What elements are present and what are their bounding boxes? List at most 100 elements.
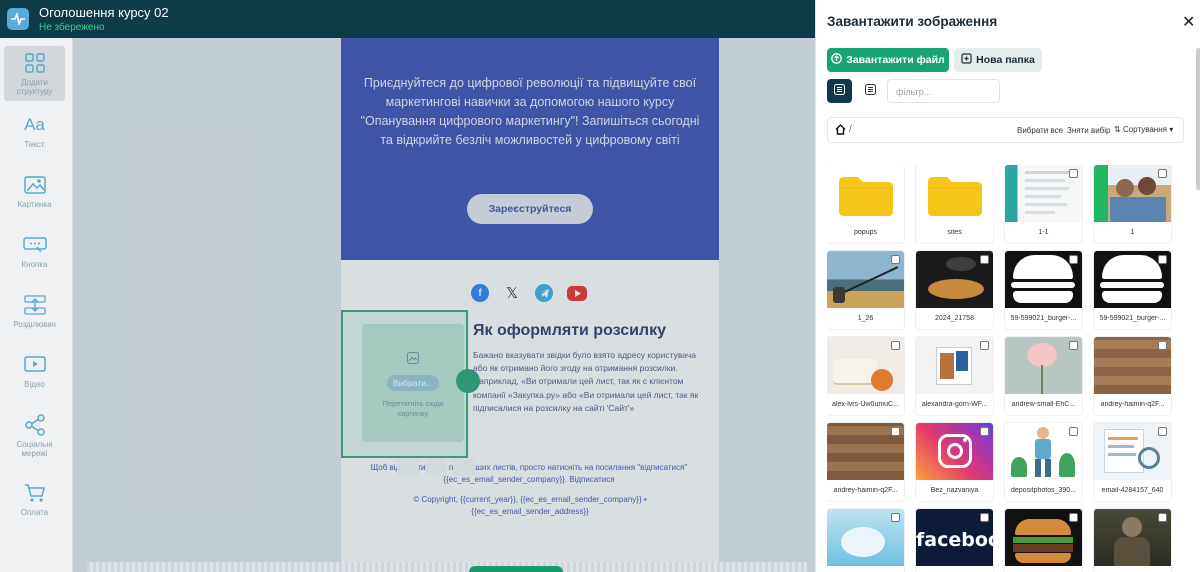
image-item[interactable]: 59-599021_burger-... (1094, 251, 1171, 329)
folder-item[interactable]: popups (827, 165, 904, 243)
image-item[interactable]: andrey-haimin-q2F... (1094, 337, 1171, 415)
copyright-line: © Copyright, {{current_year}}, {{ec_es_e… (413, 495, 647, 504)
image-item[interactable]: 2024_21758 (916, 251, 993, 329)
image-item[interactable]: 59-599021_burger-... (1005, 251, 1082, 329)
sidebar-item-button[interactable]: Кнопка (4, 228, 65, 283)
x-icon[interactable]: 𝕏 (503, 284, 521, 302)
image-item[interactable]: email-4284157_640 (1094, 423, 1171, 501)
select-checkbox[interactable] (980, 513, 989, 522)
bottom-action-button[interactable] (469, 566, 563, 572)
image-dropzone[interactable]: Вибрати... Перетягніть сюди картинку (341, 310, 468, 458)
sidebar-item-label: Додати структуру (16, 78, 53, 96)
editor-canvas: Приєднуйтеся до цифрової революції та пі… (73, 38, 815, 572)
image-placeholder[interactable]: Вибрати... Перетягніть сюди картинку (362, 324, 464, 442)
register-button[interactable]: Зареєструйтеся (467, 194, 593, 224)
cart-icon (23, 482, 47, 504)
sidebar-item-add-structure[interactable]: Додати структуру (4, 46, 65, 101)
panel-scrollbar[interactable] (1196, 48, 1200, 190)
image-item[interactable]: andrey-haimin-q2F... (827, 423, 904, 501)
hero-text[interactable]: Приєднуйтеся до цифрової революції та пі… (357, 74, 703, 150)
sort-dropdown[interactable]: ⇅ Сортування ▾ (1114, 125, 1173, 134)
select-checkbox[interactable] (1158, 513, 1167, 522)
facebook-icon[interactable]: f (471, 284, 489, 302)
select-all-link[interactable]: Вибрати все (1017, 126, 1063, 135)
clear-selection-link[interactable]: Зняти вибір (1067, 126, 1110, 135)
list-view-toggle[interactable] (858, 79, 883, 103)
breadcrumb-path: / (849, 124, 852, 135)
image-item[interactable] (1094, 509, 1171, 572)
youtube-icon[interactable] (567, 286, 587, 301)
image-item[interactable]: 1_26 (827, 251, 904, 329)
image-item[interactable] (1005, 509, 1082, 572)
file-name: 1_26 (857, 315, 874, 322)
select-checkbox[interactable] (1158, 169, 1167, 178)
select-checkbox[interactable] (1069, 427, 1078, 436)
select-checkbox[interactable] (891, 255, 900, 264)
document-title[interactable]: Оголошення курсу 02 (39, 5, 169, 20)
sidebar-item-video[interactable]: Відео (4, 348, 65, 403)
upload-file-button[interactable]: Завантажити файл (827, 48, 949, 72)
select-checkbox[interactable] (1158, 427, 1167, 436)
image-item[interactable]: andrew-small-EhC... (1005, 337, 1082, 415)
image-item[interactable]: 1-1 (1005, 165, 1082, 243)
select-checkbox[interactable] (1158, 341, 1167, 350)
chevron-down-icon: ▾ (1169, 125, 1174, 134)
new-folder-label: Нова папка (976, 54, 1035, 66)
image-item[interactable]: depositphotos_390... (1005, 423, 1082, 501)
folder-icon (928, 177, 982, 216)
filter-input[interactable]: фільтр... (887, 79, 1000, 103)
select-checkbox[interactable] (1069, 513, 1078, 522)
sidebar-item-label: Оплата (20, 508, 49, 517)
file-name: alex-lvrs-Uw0umuC... (832, 401, 899, 408)
select-checkbox[interactable] (1069, 169, 1078, 178)
sidebar-item-label: Розділювач (13, 320, 56, 329)
divider-icon (23, 294, 47, 316)
file-name: andrey-haimin-q2F... (1100, 401, 1165, 408)
select-checkbox[interactable] (980, 255, 989, 264)
telegram-icon[interactable] (535, 284, 553, 302)
image-item[interactable]: Bez_nazvaniya (916, 423, 993, 501)
article-body[interactable]: Бажано вказувати звідки було взято адрес… (473, 349, 701, 415)
select-checkbox[interactable] (891, 427, 900, 436)
folder-item[interactable]: sites (916, 165, 993, 243)
sidebar-item-payment[interactable]: Оплата (4, 476, 65, 531)
select-checkbox[interactable] (1158, 255, 1167, 264)
grid-icon (23, 52, 47, 74)
delete-button[interactable] (453, 458, 475, 476)
sidebar-item-social[interactable]: Соціальні мережі (4, 408, 65, 468)
image-item[interactable]: faceboo (916, 509, 993, 572)
file-grid: popups sites 1-1 1 1_26 2024_21758 59-59… (827, 165, 1187, 572)
article-title[interactable]: Як оформляти розсилку (473, 322, 666, 340)
sidebar-item-divider[interactable]: Розділювач (4, 288, 65, 343)
upload-panel: Завантажити зображення ✕ Завантажити фай… (815, 0, 1200, 572)
select-checkbox[interactable] (980, 427, 989, 436)
copyright-text: © Copyright, {{current_year}}, {{ec_es_e… (373, 494, 687, 518)
select-checkbox[interactable] (1069, 255, 1078, 264)
pick-image-button[interactable]: Вибрати... (387, 375, 439, 391)
close-icon[interactable]: ✕ (1182, 12, 1195, 32)
hero-block[interactable]: Приєднуйтеся до цифрової революції та пі… (341, 38, 719, 260)
grid-view-toggle[interactable] (827, 79, 852, 103)
duplicate-button[interactable] (425, 458, 447, 476)
save-status: Не збережено (39, 21, 105, 33)
move-up-button[interactable] (397, 458, 419, 476)
button-icon (22, 234, 47, 256)
select-checkbox[interactable] (891, 513, 900, 522)
home-icon[interactable] (835, 124, 846, 138)
image-item[interactable]: alexandra-gorn-WF... (916, 337, 993, 415)
new-folder-button[interactable]: Нова папка (954, 48, 1042, 72)
app-logo-icon[interactable] (7, 8, 29, 30)
sidebar-item-text[interactable]: Aa Текст (4, 108, 65, 163)
sidebar-item-label: Соціальні мережі (16, 440, 53, 458)
image-item[interactable] (827, 509, 904, 572)
sidebar-item-image[interactable]: Картинка (4, 168, 65, 223)
image-item[interactable]: alex-lvrs-Uw0umuC... (827, 337, 904, 415)
drag-handle[interactable] (456, 369, 480, 393)
select-checkbox[interactable] (891, 341, 900, 350)
select-checkbox[interactable] (980, 341, 989, 350)
select-checkbox[interactable] (1069, 341, 1078, 350)
folder-icon (839, 177, 893, 216)
sort-label: Сортування (1122, 125, 1167, 134)
file-name: 1 (1130, 229, 1135, 236)
image-item[interactable]: 1 (1094, 165, 1171, 243)
